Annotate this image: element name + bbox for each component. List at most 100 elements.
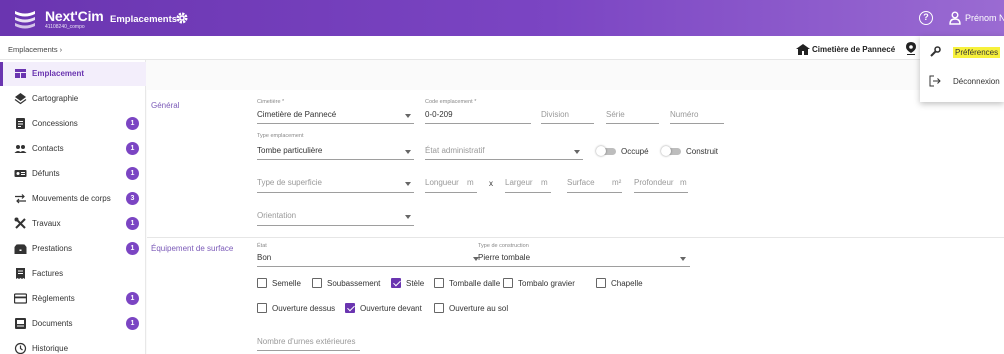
tools-icon <box>14 217 26 229</box>
profondeur-underline <box>634 192 688 193</box>
longueur-input[interactable]: Longueur <box>425 178 459 187</box>
sidebar-item-emplacement[interactable]: Emplacement <box>0 62 146 86</box>
ouverture-dessus-checkbox[interactable] <box>257 303 267 313</box>
location-pin-icon[interactable] <box>906 42 916 55</box>
sidebar-item-defunts[interactable]: Défunts 1 <box>0 162 146 186</box>
largeur-input[interactable]: Largeur <box>505 178 533 187</box>
sidebar-item-label: Cartographie <box>32 94 79 103</box>
sidebar-item-prestations[interactable]: Prestations 1 <box>0 237 146 261</box>
user-icon[interactable] <box>949 11 961 25</box>
numero-input[interactable]: Numéro <box>670 110 698 119</box>
etat-select-value[interactable]: Bon <box>257 253 271 262</box>
chapelle-checkbox[interactable] <box>596 278 606 288</box>
count-badge: 1 <box>126 317 139 330</box>
wrench-icon <box>930 46 941 57</box>
sidebar-item-reglements[interactable]: Règlements 1 <box>0 287 146 311</box>
type-emplacement-select[interactable] <box>257 159 414 160</box>
serie-input[interactable]: Série <box>606 110 625 119</box>
profondeur-input[interactable]: Profondeur <box>634 178 674 187</box>
sidebar-item-mouvements-de-corps[interactable]: Mouvements de corps 3 <box>0 187 146 211</box>
type-superficie-underline <box>257 192 414 193</box>
ouverture-devant-checkbox[interactable] <box>345 303 355 313</box>
chapelle-label: Chapelle <box>611 279 643 288</box>
type-construction-select-value[interactable]: Pierre tombale <box>478 253 530 262</box>
sidebar-item-label: Factures <box>32 269 64 278</box>
stele-label: Stèle <box>406 279 425 288</box>
profondeur-unit: m <box>680 178 687 187</box>
user-name[interactable]: Prénom N. <box>965 13 1004 23</box>
menu-item-deconnexion[interactable]: Déconnexion <box>920 70 1004 92</box>
type-emplacement-select-value[interactable]: Tombe particulière <box>257 146 322 155</box>
sidebar-item-travaux[interactable]: Travaux 1 <box>0 212 146 236</box>
breadcrumb[interactable]: Emplacements › <box>8 45 62 54</box>
etat-administratif-select[interactable]: État administratif <box>425 146 485 155</box>
menu-item-preferences[interactable]: Préférences <box>920 41 1004 63</box>
content-header-band <box>147 60 1004 90</box>
sidebar-item-documents[interactable]: Documents 1 <box>0 312 146 336</box>
sidebar-item-factures[interactable]: Factures <box>0 262 146 286</box>
type-superficie-select[interactable]: Type de superficie <box>257 178 322 187</box>
ouverture-au-sol-checkbox[interactable] <box>434 303 444 313</box>
surface-input[interactable]: Surface <box>567 178 595 187</box>
chevron-down-icon[interactable] <box>680 257 686 261</box>
etat-administratif-underline <box>425 159 583 160</box>
sidebar-item-label: Emplacement <box>32 69 85 78</box>
toggle-knob <box>596 146 606 156</box>
type-construction-label: Type de construction <box>478 243 529 249</box>
orientation-select[interactable]: Orientation <box>257 211 296 220</box>
sidebar-item-contacts[interactable]: Contacts 1 <box>0 137 146 161</box>
chevron-down-icon[interactable] <box>405 150 411 154</box>
toggle-knob <box>661 146 671 156</box>
swap-icon <box>15 194 26 204</box>
tomballe-dalle-checkbox[interactable] <box>434 278 444 288</box>
gear-icon[interactable] <box>175 11 189 25</box>
cemetery-icon <box>796 44 810 55</box>
layers-icon <box>14 93 27 105</box>
sidebar-item-concessions[interactable]: Concessions 1 <box>0 112 146 136</box>
sidebar-item-label: Règlements <box>32 294 75 303</box>
stele-checkbox[interactable] <box>391 278 401 288</box>
division-input[interactable]: Division <box>541 110 569 119</box>
chevron-down-icon[interactable] <box>574 150 580 154</box>
sidebar: Emplacement Cartographie Concessions 1 C… <box>0 60 146 354</box>
app-brand[interactable]: Next'Cim <box>45 8 104 24</box>
sidebar-item-label: Contacts <box>32 144 64 153</box>
largeur-unit: m <box>541 178 548 187</box>
construit-toggle[interactable] <box>661 146 681 156</box>
sidebar-item-label: Concessions <box>32 119 78 128</box>
sidebar-item-historique[interactable]: Historique <box>0 337 146 354</box>
nombre-urnes-input[interactable]: Nombre d'urnes extérieures <box>257 337 355 346</box>
sidebar-item-label: Défunts <box>32 169 60 178</box>
logo-icon <box>15 11 35 29</box>
sub-header: Emplacements › <box>0 36 920 60</box>
code-emplacement-input[interactable]: 0-0-209 <box>425 110 453 119</box>
etat-label: État <box>257 243 267 249</box>
preferences-highlight: Préférences <box>953 47 1001 58</box>
count-badge: 1 <box>126 292 139 305</box>
cimetiere-select[interactable] <box>257 123 414 124</box>
soubassement-checkbox[interactable] <box>312 278 322 288</box>
longueur-unit: m <box>467 178 474 187</box>
semelle-checkbox[interactable] <box>257 278 267 288</box>
tombalo-gravier-checkbox[interactable] <box>503 278 513 288</box>
etat-select[interactable] <box>257 266 482 267</box>
chevron-down-icon[interactable] <box>405 114 411 118</box>
chevron-down-icon[interactable] <box>405 182 411 186</box>
help-icon[interactable]: ? <box>919 11 933 25</box>
folder-icon <box>15 318 26 329</box>
app-brand-subtitle: 41108240_compo <box>45 24 85 30</box>
sidebar-item-cartographie[interactable]: Cartographie <box>0 87 146 111</box>
type-construction-select[interactable] <box>478 266 690 267</box>
sidebar-item-label: Travaux <box>32 219 61 228</box>
history-icon <box>14 342 27 354</box>
current-cemetery: Cimetière de Pannecé <box>812 45 896 54</box>
sidebar-item-label: Documents <box>32 319 73 328</box>
id-card-icon <box>14 170 27 177</box>
section-divider <box>147 237 1004 238</box>
ouverture-devant-label: Ouverture devant <box>360 304 422 313</box>
division-underline <box>541 123 594 124</box>
chevron-down-icon[interactable] <box>405 215 411 219</box>
cimetiere-select-value[interactable]: Cimetière de Pannecé <box>257 110 336 119</box>
count-badge: 1 <box>126 167 139 180</box>
occupe-toggle[interactable] <box>596 146 616 156</box>
